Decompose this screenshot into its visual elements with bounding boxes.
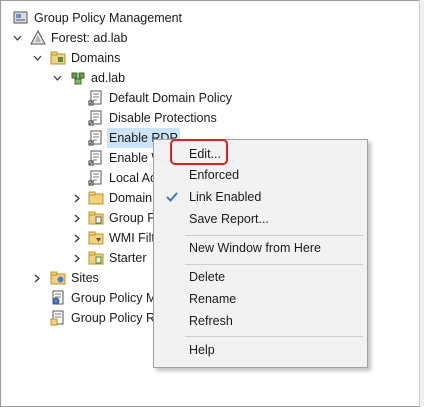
tree-label-gpo-link: Default Domain Policy bbox=[109, 91, 232, 105]
menu-item-label: Refresh bbox=[189, 314, 233, 328]
tree-label-folder: Starter bbox=[109, 251, 147, 265]
chevron-right-icon[interactable] bbox=[72, 228, 82, 248]
ou-folder-icon bbox=[88, 190, 104, 206]
menu-item-label: Enforced bbox=[189, 168, 240, 182]
context-menu: Edit... Enforced Link Enabled Save Repor… bbox=[153, 139, 368, 368]
menu-item-refresh[interactable]: Refresh bbox=[155, 311, 365, 332]
tree-label-sites: Sites bbox=[71, 271, 99, 285]
tree-node-domains[interactable]: Domains bbox=[50, 48, 120, 68]
menu-item-rename[interactable]: Rename bbox=[155, 289, 365, 310]
tree-label-domains: Domains bbox=[71, 51, 121, 65]
tree-node-gpo-link[interactable]: Enable W bbox=[88, 148, 163, 168]
annotation-highlight-box bbox=[170, 139, 228, 165]
tree-label-folder: WMI Filt bbox=[109, 231, 155, 245]
tree-node-domain[interactable]: ad.lab bbox=[70, 68, 125, 88]
starter-gpo-folder-icon bbox=[88, 250, 104, 266]
checkmark-icon bbox=[165, 190, 179, 204]
domains-folder-icon bbox=[50, 50, 66, 66]
menu-item-label: Link Enabled bbox=[189, 190, 262, 204]
tree-node-gpo-link[interactable]: Disable Protections bbox=[88, 108, 217, 128]
tree-node-sites[interactable]: Sites bbox=[50, 268, 99, 288]
tree-label-forest: Forest: ad.lab bbox=[51, 31, 128, 45]
tree-label-folder: Domain bbox=[109, 191, 153, 205]
chevron-right-icon[interactable] bbox=[72, 188, 82, 208]
tree-node-folder[interactable]: WMI Filt bbox=[88, 228, 155, 248]
tree-label-gpo-link: Disable Protections bbox=[109, 111, 217, 125]
tree-node-forest[interactable]: Forest: ad.lab bbox=[30, 28, 127, 48]
window-edge bbox=[419, 0, 424, 407]
tree-node-folder[interactable]: Domain bbox=[88, 188, 152, 208]
tree-node-results[interactable]: Group Policy R bbox=[50, 308, 155, 328]
tree-label-folder: Group P bbox=[109, 211, 156, 225]
menu-item-label: New Window from Here bbox=[189, 241, 321, 255]
menu-item-help[interactable]: Help bbox=[155, 340, 365, 361]
gpo-link-icon bbox=[88, 110, 104, 126]
gp-modeling-icon bbox=[50, 290, 66, 306]
tree-label-gpo-link: Local Ac bbox=[109, 171, 157, 185]
tree-label-results: Group Policy R bbox=[71, 311, 156, 325]
gpo-link-icon bbox=[88, 130, 104, 146]
tree-node-modeling[interactable]: Group Policy M bbox=[50, 288, 156, 308]
gpo-link-icon bbox=[88, 150, 104, 166]
tree-node-folder[interactable]: Group P bbox=[88, 208, 156, 228]
chevron-down-icon[interactable] bbox=[32, 48, 42, 68]
gpm-console-icon bbox=[13, 10, 29, 26]
menu-item-label: Help bbox=[189, 343, 215, 357]
tree-label-root: Group Policy Management bbox=[34, 11, 182, 25]
chevron-right-icon[interactable] bbox=[72, 208, 82, 228]
menu-item-label: Rename bbox=[189, 292, 237, 306]
gpo-link-icon bbox=[88, 170, 104, 186]
tree-label-domain: ad.lab bbox=[91, 71, 126, 85]
forest-icon bbox=[30, 29, 46, 46]
sites-folder-icon bbox=[50, 270, 66, 286]
menu-item-label: Save Report... bbox=[189, 212, 269, 226]
chevron-right-icon[interactable] bbox=[72, 248, 82, 268]
menu-item-enforced[interactable]: Enforced bbox=[155, 165, 365, 186]
tree-node-gpo-link[interactable]: Default Domain Policy bbox=[88, 88, 232, 108]
tree-label-modeling: Group Policy M bbox=[71, 291, 157, 305]
tree-node-folder[interactable]: Starter bbox=[88, 248, 147, 268]
menu-separator bbox=[185, 336, 363, 337]
menu-item-save-report[interactable]: Save Report... bbox=[155, 209, 365, 230]
chevron-down-icon[interactable] bbox=[12, 28, 22, 48]
tree-node-root[interactable]: Group Policy Management bbox=[13, 8, 182, 28]
gpo-link-icon bbox=[88, 90, 104, 106]
menu-item-delete[interactable]: Delete bbox=[155, 267, 365, 288]
menu-item-new-window[interactable]: New Window from Here bbox=[155, 238, 365, 259]
wmi-folder-icon bbox=[88, 230, 104, 246]
gp-results-icon bbox=[50, 310, 66, 326]
chevron-down-icon[interactable] bbox=[52, 68, 62, 88]
chevron-right-icon[interactable] bbox=[32, 268, 42, 288]
menu-item-label: Delete bbox=[189, 270, 226, 284]
gpo-folder-icon bbox=[88, 210, 104, 226]
tree-node-gpo-link[interactable]: Local Ac bbox=[88, 168, 156, 188]
domain-icon bbox=[70, 70, 86, 86]
menu-item-link-enabled[interactable]: Link Enabled bbox=[155, 187, 365, 208]
menu-separator bbox=[185, 235, 363, 236]
menu-separator bbox=[185, 264, 363, 265]
